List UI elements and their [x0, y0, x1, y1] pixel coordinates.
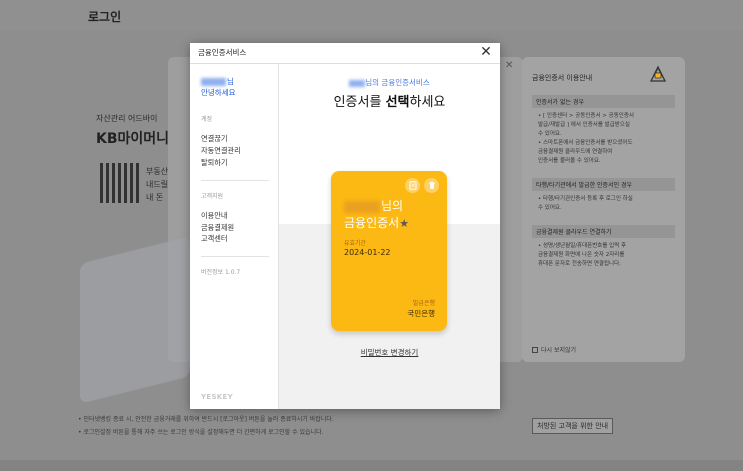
blurred-name: [201, 78, 226, 86]
blurred-name: [349, 79, 366, 87]
select-cert-heading: 인증서를 선택하세요: [333, 95, 446, 110]
sidebar-item-kftc[interactable]: 금융결제원 고객센터: [201, 222, 278, 244]
info-section-text: • 타행/타기관인증서 등록 후 로그인 하실 수 있어요.: [538, 196, 633, 211]
blurred-name: [344, 200, 380, 213]
divider: [201, 180, 269, 181]
sidebar-item-guide[interactable]: 이용안내: [201, 210, 278, 221]
dialog-sidebar: 님 안녕하세요 계정 연결끊기 자동연결관리 탈퇴하기 고객지원 이용안내 금융…: [190, 64, 279, 409]
info-section-title: 금융결제원 클라우드 연결하기: [532, 225, 675, 238]
qr-code-icon: [100, 163, 140, 203]
promo-title: KB마이머니: [96, 131, 170, 147]
info-section-text: • 성명/생년월일/휴대폰번호를 입력 후 금융결제원 화면에 나온 숫자 2자…: [538, 243, 627, 267]
group-label-account: 계정: [201, 116, 213, 123]
dialog-header: 금융인증서비스 ✕: [190, 43, 500, 64]
guide-button[interactable]: 처방된 고객을 위한 안내: [532, 418, 614, 434]
service-subtitle: 님의 금융인증서비스: [279, 77, 500, 88]
page-title: 로그인: [88, 10, 122, 24]
expiry-label: 유효기간: [344, 240, 367, 247]
trash-icon[interactable]: [424, 178, 439, 193]
dialog-content: 님의 금융인증서비스 인증서를 선택하세요 님의 금융인증서★ 유효기간 202…: [279, 64, 500, 409]
dont-show-again[interactable]: 다시 보지않기: [532, 345, 576, 354]
sidebar-item-disconnect[interactable]: 연결끊기: [201, 133, 278, 144]
bottom-bar: [0, 460, 743, 471]
expiry-date: 2024-01-22: [344, 248, 391, 257]
yeskey-logo: YESKEY: [201, 393, 233, 401]
star-icon[interactable]: ★: [399, 217, 409, 230]
certificate-card[interactable]: 님의 금융인증서★ 유효기간 2024-01-22 발급은행 국민은행: [331, 171, 447, 331]
group-label-support: 고객지원: [201, 193, 224, 200]
version-info: 버전정보 1.0.7: [201, 269, 241, 276]
footer-notice: • 인터넷뱅킹 종료 시, 안전한 금융거래를 위하여 반드시 [로그아웃] 버…: [78, 416, 334, 436]
promo-caption: 자산관리 어드바이: [96, 114, 158, 123]
cert-service-dialog: 금융인증서비스 ✕ 님 안녕하세요 계정 연결끊기 자동연결관리 탈퇴하기 고객…: [190, 43, 500, 409]
card-owner: 님의: [344, 198, 403, 214]
close-icon[interactable]: ✕: [478, 44, 494, 60]
divider: [201, 256, 269, 257]
info-section-text: • [ 인증센터 > 공동인증서 > 공동인증서 발급/재발급 ] 에서 인증서…: [538, 113, 634, 164]
change-password-link[interactable]: 비밀번호 변경하기: [279, 347, 500, 358]
info-section-title: 인증서가 없는 경우: [532, 95, 675, 108]
cert-info-panel: 금융인증서 이용안내 인증서가 없는 경우 • [ 인증센터 > 공동인증서 >…: [522, 57, 685, 362]
card-actions: [405, 178, 439, 193]
checkbox[interactable]: [532, 346, 538, 353]
phone-illustration: [80, 236, 190, 404]
dialog-title: 금융인증서비스: [198, 48, 247, 57]
checkbox-label: 다시 보지않기: [541, 347, 577, 354]
issuer-name: 국민은행: [407, 309, 435, 318]
lock-icon: [649, 65, 667, 82]
greeting: 안녕하세요: [201, 88, 236, 97]
info-section-title: 타행/타기관에서 발급한 인증서인 경우: [532, 178, 675, 191]
issuer-label: 발급은행: [412, 300, 435, 307]
copy-icon[interactable]: [405, 178, 420, 193]
user-name: 님: [201, 76, 278, 87]
backdrop-close-icon: ✕: [505, 60, 514, 71]
promo-qr-text: 부동산 내드릴 내 돈: [146, 167, 169, 202]
card-type: 금융인증서★: [344, 216, 410, 230]
sidebar-item-auto-connect[interactable]: 자동연결관리: [201, 145, 278, 156]
sidebar-item-withdraw[interactable]: 탈퇴하기: [201, 157, 278, 168]
